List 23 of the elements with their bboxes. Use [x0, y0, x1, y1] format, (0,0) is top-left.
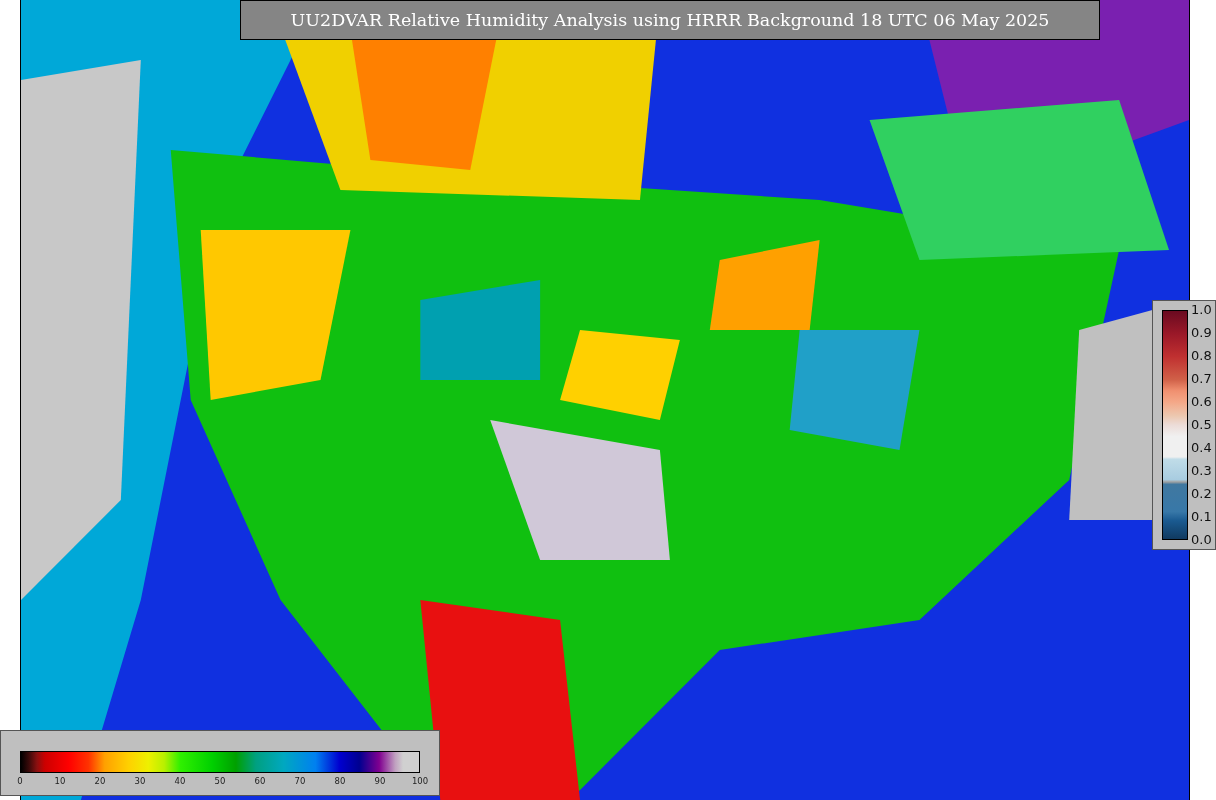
colorbar-tick-label: 50 — [214, 776, 226, 786]
colorbar-tick-label: 60 — [254, 776, 266, 786]
colorbar-tick-label: 0.4 — [1191, 440, 1212, 456]
colorbar-tick-label: 90 — [374, 776, 386, 786]
colorbar-tick-label: 0.6 — [1191, 394, 1212, 410]
colorbar-tick-label: 0.8 — [1191, 348, 1212, 364]
colorbar-tick-label: 0.0 — [1191, 532, 1212, 548]
colorbar-tick-label: 0.1 — [1191, 509, 1212, 525]
colorbar-tick-label: 70 — [294, 776, 306, 786]
colorbar-tick-label: 0.3 — [1191, 463, 1212, 479]
colorbar-tick-label: 1.0 — [1191, 302, 1212, 318]
colorbar-tick-label: 0.7 — [1191, 371, 1212, 387]
colorbar-tick-label: 80 — [334, 776, 346, 786]
chart-title: UU2DVAR Relative Humidity Analysis using HRRR Background 18 UTC 06 May 2025 — [240, 0, 1100, 40]
colorbar-tick-label: 20 — [94, 776, 106, 786]
colorbar-tick-label: 0.5 — [1191, 417, 1212, 433]
colorbar-tick-label: 10 — [54, 776, 66, 786]
colorbar-tick-label: 100 — [411, 776, 429, 786]
colorbar-tick-label: 0.9 — [1191, 325, 1212, 341]
colorbar-tick-label: 30 — [134, 776, 146, 786]
colorbar-tick-label: 0 — [17, 776, 23, 786]
colorbar-tick-label: 40 — [174, 776, 186, 786]
colorbar-tick-label: 0.2 — [1191, 486, 1212, 502]
